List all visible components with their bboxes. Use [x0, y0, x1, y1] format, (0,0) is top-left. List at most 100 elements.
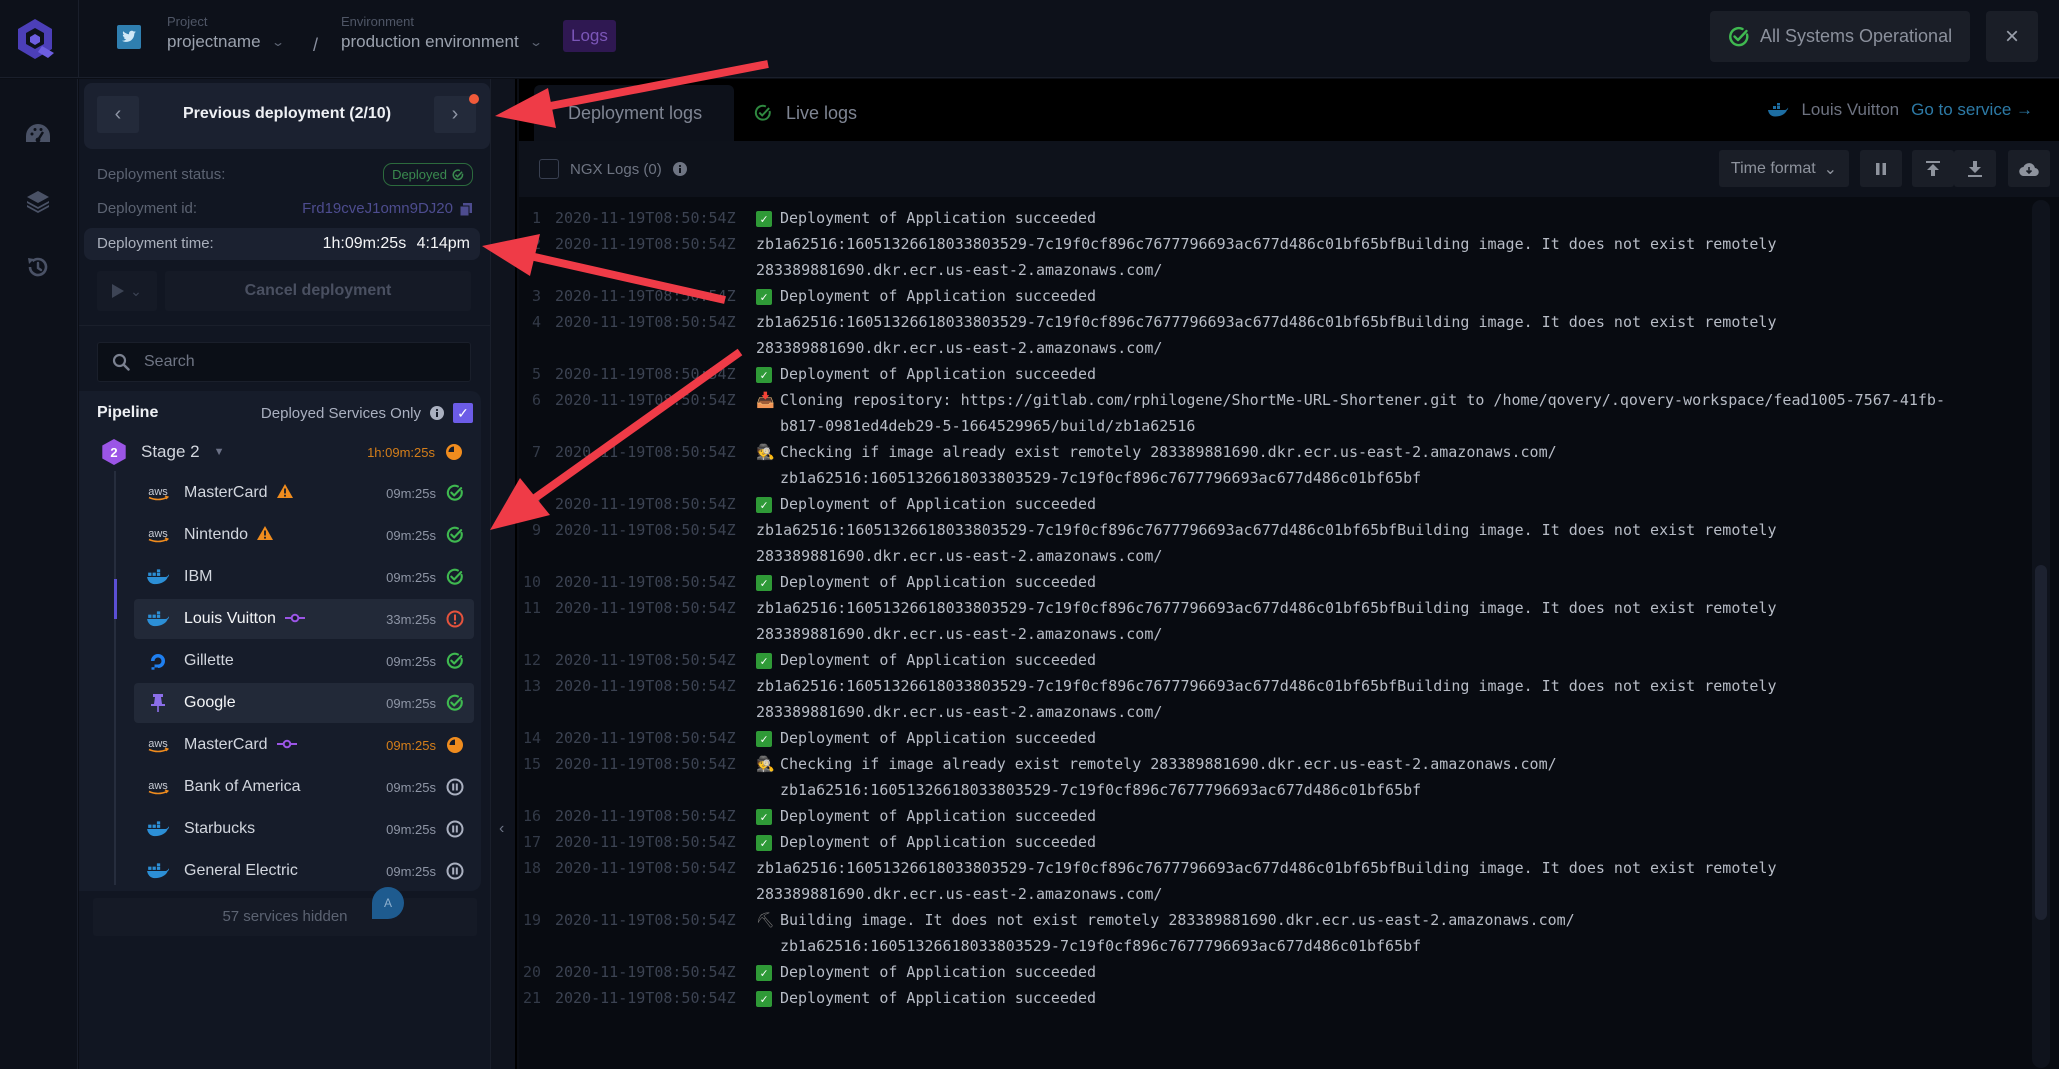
log-line: 16 2020-11-19T08:50:54Z ✓ Deployment of App… — [523, 803, 2059, 829]
log-message: zb1a62516:16051326618033803529-7c19f0cf8… — [756, 521, 1777, 565]
log-message: zb1a62516:16051326618033803529-7c19f0cf8… — [756, 599, 1777, 643]
log-message: Deployment of Application succeeded — [780, 729, 1097, 747]
time-format-dropdown[interactable]: Time format ⌄ — [1719, 150, 1849, 187]
project-name: projectname — [167, 32, 261, 51]
info-icon[interactable] — [672, 162, 687, 176]
aws-icon: aws — [140, 527, 176, 543]
service-name: Louis Vuitton — [184, 610, 276, 627]
service-search[interactable] — [97, 342, 471, 382]
log-line: 4 2020-11-19T08:50:54Z zb1a62516:160513266… — [523, 309, 2059, 361]
go-to-service-link[interactable]: Go to service → — [1911, 100, 2033, 120]
log-timestamp: 2020-11-19T08:50:54Z — [555, 287, 736, 305]
tab-live-logs[interactable]: Live logs — [754, 85, 857, 141]
log-timestamp: 2020-11-19T08:50:54Z — [555, 989, 736, 1007]
tab-deployment-logs[interactable]: Deployment logs — [534, 85, 734, 141]
line-number: 7 — [531, 443, 541, 461]
project-selector[interactable]: Project projectname ⌄ — [167, 14, 285, 52]
log-scrollbar[interactable] — [2032, 200, 2050, 1068]
log-message: Deployment of Application succeeded — [780, 287, 1097, 305]
search-input[interactable] — [144, 353, 444, 371]
chevron-left-icon[interactable]: ‹ — [499, 820, 504, 838]
run-action-button[interactable]: ⌄ — [97, 271, 157, 311]
check-circle-icon — [452, 168, 464, 180]
chevron-down-icon: ⌄ — [130, 282, 142, 299]
check-mark-icon: ✓ — [756, 361, 780, 387]
service-duration: 09m:25s — [386, 653, 436, 669]
chevron-down-icon: ⌄ — [1823, 160, 1838, 178]
current-service-name: Louis Vuitton — [1801, 100, 1900, 119]
log-line: 2 2020-11-19T08:50:54Z zb1a62516:160513266… — [523, 231, 2059, 283]
deployment-status-label: Deployment status: — [97, 166, 226, 183]
caret-down-icon[interactable]: ▼ — [214, 446, 225, 458]
download-button[interactable] — [1954, 150, 1996, 187]
check-circle-icon — [754, 104, 771, 121]
paused-icon — [446, 778, 464, 796]
ngx-logs-toggle[interactable]: NGX Logs (0) — [539, 159, 687, 179]
deployed-only-checkbox[interactable]: ✓ — [453, 403, 473, 423]
log-line: 8 2020-11-19T08:50:54Z ✓ Deployment of Appl… — [523, 491, 2059, 517]
stage-row[interactable]: 2 Stage 2 ▼ 1h:09m:25s — [101, 436, 473, 468]
layers-icon[interactable] — [22, 185, 54, 217]
log-timestamp: 2020-11-19T08:50:54Z — [555, 391, 736, 409]
success-check-icon — [446, 526, 464, 544]
ngx-logs-checkbox[interactable] — [539, 159, 559, 179]
scroll-to-top-button[interactable] — [1912, 150, 1954, 187]
info-icon[interactable] — [430, 406, 444, 420]
line-number: 11 — [523, 599, 542, 617]
service-row[interactable]: Louis Vuitton 33m:25s — [134, 599, 474, 639]
line-number: 8 — [531, 495, 541, 513]
qovery-logo[interactable] — [12, 16, 58, 62]
service-row[interactable]: aws MasterCard 09m:25s — [134, 725, 474, 765]
avatar[interactable]: A — [372, 887, 404, 919]
service-duration: 33m:25s — [386, 611, 436, 627]
log-line: 14 2020-11-19T08:50:54Z ✓ Deployment of App… — [523, 725, 2059, 751]
time-format-label: Time format — [1730, 159, 1816, 177]
success-check-icon — [446, 484, 464, 502]
tab-label: Live logs — [786, 102, 858, 123]
log-message: Deployment of Application succeeded — [780, 833, 1097, 851]
aws-icon: aws — [140, 485, 176, 501]
line-number: 4 — [531, 313, 541, 331]
cancel-deployment-button[interactable]: Cancel deployment — [165, 271, 471, 311]
sidebar-collapse-handle[interactable]: ‹ — [491, 79, 517, 1069]
service-duration: 09m:25s — [386, 779, 436, 795]
service-row[interactable]: Gillette 09m:25s — [134, 641, 474, 681]
notification-dot — [469, 94, 479, 104]
success-check-icon — [446, 568, 464, 586]
line-number: 2 — [531, 235, 541, 253]
log-timestamp: 2020-11-19T08:50:54Z — [555, 365, 736, 383]
log-message: Deployment of Application succeeded — [780, 651, 1097, 669]
copy-icon[interactable] — [459, 202, 473, 216]
service-row[interactable]: aws MasterCard 09m:25s — [134, 473, 474, 513]
service-row[interactable]: aws Bank of America 09m:25s — [134, 767, 474, 807]
success-check-icon — [446, 694, 464, 712]
close-button[interactable]: × — [1986, 11, 2038, 62]
history-icon[interactable] — [22, 251, 54, 283]
pause-button[interactable] — [1860, 150, 1902, 187]
log-timestamp: 2020-11-19T08:50:54Z — [555, 807, 736, 825]
system-status-button[interactable]: All Systems Operational — [1710, 11, 1970, 62]
hidden-services-button[interactable]: 57 services hidden — [93, 898, 477, 936]
log-timestamp: 2020-11-19T08:50:54Z — [555, 911, 736, 929]
deployed-status-text: Deployed — [392, 167, 447, 182]
service-row[interactable]: General Electric 09m:25s — [134, 851, 474, 891]
commit-icon — [276, 736, 297, 754]
service-row[interactable]: Starbucks 09m:25s — [134, 809, 474, 849]
log-message: zb1a62516:16051326618033803529-7c19f0cf8… — [756, 677, 1777, 721]
log-timestamp: 2020-11-19T08:50:54Z — [555, 859, 736, 877]
hammer-icon: ⛏ — [756, 911, 776, 929]
detective-icon: 🕵 — [756, 755, 775, 773]
service-row[interactable]: aws Nintendo 09m:25s — [134, 515, 474, 555]
environment-selector[interactable]: Environment production environment ⌄ — [341, 14, 543, 52]
check-mark-icon: ✓ — [756, 283, 780, 309]
dashboard-gauge-icon[interactable] — [22, 118, 54, 150]
service-row[interactable]: IBM 09m:25s — [134, 557, 474, 597]
cloud-download-button[interactable] — [2008, 150, 2050, 187]
scrollbar-thumb[interactable] — [2035, 565, 2047, 920]
chevron-down-icon: ⌄ — [528, 35, 543, 49]
inbox-tray-icon: 📥 — [756, 391, 775, 409]
check-mark-icon: ✓ — [756, 959, 780, 985]
log-line: 5 2020-11-19T08:50:54Z ✓ Deployment of Appl… — [523, 361, 2059, 387]
service-row[interactable]: Google 09m:25s — [134, 683, 474, 723]
pipeline-panel: Pipeline Deployed Services Only ✓ 2 Stag… — [79, 391, 481, 891]
